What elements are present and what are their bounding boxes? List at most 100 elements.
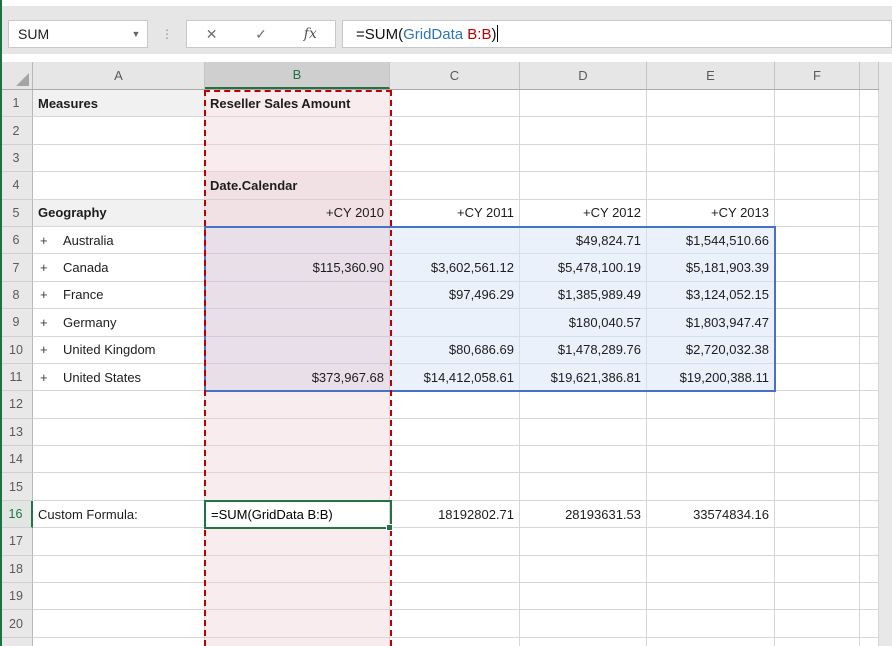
cell-E11[interactable]: $19,200,388.11 — [647, 364, 775, 391]
cell-G3[interactable] — [860, 145, 879, 172]
cell-F13[interactable] — [775, 419, 860, 446]
cell-F21[interactable] — [775, 638, 860, 646]
expand-button[interactable]: + — [40, 370, 54, 385]
cell-G18[interactable] — [860, 556, 879, 583]
cell-D14[interactable] — [520, 446, 647, 473]
row-header-6[interactable]: 6 — [0, 227, 33, 254]
cell-B13[interactable] — [205, 419, 390, 446]
cell-D7[interactable]: $5,478,100.19 — [520, 254, 647, 281]
cell-E3[interactable] — [647, 145, 775, 172]
cell-F9[interactable] — [775, 309, 860, 336]
cell-B6[interactable] — [205, 227, 390, 254]
cell-B9[interactable] — [205, 309, 390, 336]
cell-E21[interactable] — [647, 638, 775, 646]
row-header-5[interactable]: 5 — [0, 200, 33, 227]
cell-F5[interactable] — [775, 200, 860, 227]
cell-E19[interactable] — [647, 583, 775, 610]
cell-B14[interactable] — [205, 446, 390, 473]
cell-A5[interactable]: Geography — [33, 200, 205, 227]
cell-B18[interactable] — [205, 556, 390, 583]
cell-E6[interactable]: $1,544,510.66 — [647, 227, 775, 254]
cell-E17[interactable] — [647, 528, 775, 555]
cell-A8[interactable]: +France — [33, 282, 205, 309]
row-header-21[interactable] — [0, 638, 33, 646]
cell-C10[interactable]: $80,686.69 — [390, 337, 520, 364]
row-header-18[interactable]: 18 — [0, 556, 33, 583]
cell-E18[interactable] — [647, 556, 775, 583]
cell-E10[interactable]: $2,720,032.38 — [647, 337, 775, 364]
formula-bar-input[interactable]: =SUM(GridData B:B) — [342, 20, 892, 48]
cell-C1[interactable] — [390, 90, 520, 117]
cell-E16[interactable]: 33574834.16 — [647, 501, 775, 528]
cell-G4[interactable] — [860, 172, 879, 199]
cell-B2[interactable] — [205, 117, 390, 144]
cell-D3[interactable] — [520, 145, 647, 172]
cell-A4[interactable] — [33, 172, 205, 199]
cell-A11[interactable]: +United States — [33, 364, 205, 391]
cell-E1[interactable] — [647, 90, 775, 117]
cell-D21[interactable] — [520, 638, 647, 646]
cell-G11[interactable] — [860, 364, 879, 391]
row-header-16[interactable]: 16 — [0, 501, 33, 528]
cell-D11[interactable]: $19,621,386.81 — [520, 364, 647, 391]
cell-F10[interactable] — [775, 337, 860, 364]
cell-B8[interactable] — [205, 282, 390, 309]
cell-E2[interactable] — [647, 117, 775, 144]
row-header-11[interactable]: 11 — [0, 364, 33, 391]
cell-B12[interactable] — [205, 391, 390, 418]
insert-function-icon[interactable]: fx — [295, 26, 325, 42]
row-header-10[interactable]: 10 — [0, 337, 33, 364]
expand-button[interactable]: + — [40, 315, 54, 330]
cell-A20[interactable] — [33, 610, 205, 637]
column-header-E[interactable]: E — [647, 62, 775, 89]
row-header-9[interactable]: 9 — [0, 309, 33, 336]
cell-G8[interactable] — [860, 282, 879, 309]
cell-G13[interactable] — [860, 419, 879, 446]
column-header-F[interactable]: F — [775, 62, 860, 89]
enter-icon[interactable]: ✓ — [246, 26, 276, 43]
column-header-A[interactable]: A — [33, 62, 205, 89]
row-header-14[interactable]: 14 — [0, 446, 33, 473]
cell-A7[interactable]: +Canada — [33, 254, 205, 281]
cell-G16[interactable] — [860, 501, 879, 528]
cell-A3[interactable] — [33, 145, 205, 172]
fill-handle[interactable] — [386, 524, 393, 531]
column-header-G[interactable] — [860, 62, 879, 89]
cell-D12[interactable] — [520, 391, 647, 418]
cell-C5[interactable]: +CY 2011 — [390, 200, 520, 227]
cell-G9[interactable] — [860, 309, 879, 336]
cell-B4[interactable]: Date.Calendar — [205, 172, 390, 199]
expand-button[interactable]: + — [40, 260, 54, 275]
column-header-C[interactable]: C — [390, 62, 520, 89]
cell-E4[interactable] — [647, 172, 775, 199]
cell-F1[interactable] — [775, 90, 860, 117]
cell-A18[interactable] — [33, 556, 205, 583]
expand-button[interactable]: + — [40, 233, 54, 248]
cell-G7[interactable] — [860, 254, 879, 281]
cell-G10[interactable] — [860, 337, 879, 364]
cell-E14[interactable] — [647, 446, 775, 473]
row-header-13[interactable]: 13 — [0, 419, 33, 446]
cell-D18[interactable] — [520, 556, 647, 583]
expand-button[interactable]: + — [40, 287, 54, 302]
cell-D10[interactable]: $1,478,289.76 — [520, 337, 647, 364]
cell-B20[interactable] — [205, 610, 390, 637]
cell-G14[interactable] — [860, 446, 879, 473]
cell-C15[interactable] — [390, 473, 520, 500]
cell-C6[interactable] — [390, 227, 520, 254]
cell-E20[interactable] — [647, 610, 775, 637]
column-header-D[interactable]: D — [520, 62, 647, 89]
cell-B5[interactable]: +CY 2010 — [205, 200, 390, 227]
cell-F18[interactable] — [775, 556, 860, 583]
cell-D4[interactable] — [520, 172, 647, 199]
row-header-15[interactable]: 15 — [0, 473, 33, 500]
cell-G5[interactable] — [860, 200, 879, 227]
cell-C20[interactable] — [390, 610, 520, 637]
row-header-4[interactable]: 4 — [0, 172, 33, 199]
cell-C7[interactable]: $3,602,561.12 — [390, 254, 520, 281]
cell-D2[interactable] — [520, 117, 647, 144]
cell-F11[interactable] — [775, 364, 860, 391]
row-header-20[interactable]: 20 — [0, 610, 33, 637]
cell-C12[interactable] — [390, 391, 520, 418]
cell-B17[interactable] — [205, 528, 390, 555]
